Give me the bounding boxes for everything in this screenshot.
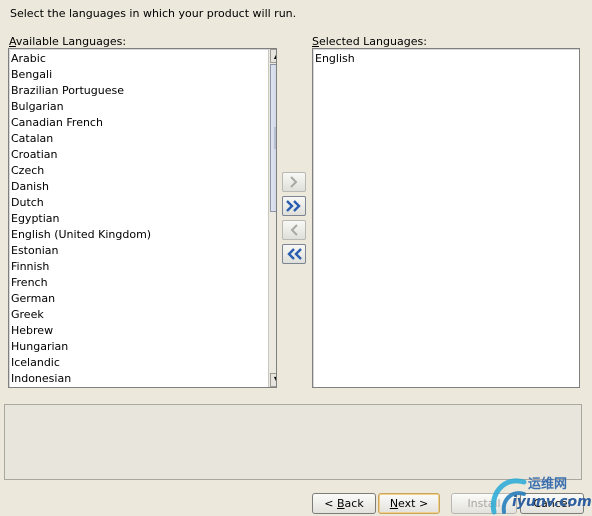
back-prefix: < (324, 497, 337, 510)
available-list-item[interactable]: Estonian (11, 243, 276, 259)
remove-button[interactable] (282, 220, 306, 240)
available-list-item[interactable]: English (United Kingdom) (11, 227, 276, 243)
available-list-item[interactable]: Icelandic (11, 355, 276, 371)
next-label-rest: ext > (398, 497, 429, 510)
selected-label-rest: elected Languages: (318, 35, 427, 48)
available-list-item[interactable]: Finnish (11, 259, 276, 275)
install-button[interactable]: Install (451, 493, 517, 514)
available-list-item[interactable]: Hebrew (11, 323, 276, 339)
available-list-item[interactable]: Danish (11, 179, 276, 195)
available-list-item[interactable]: Bengali (11, 67, 276, 83)
double-chevron-right-icon (286, 200, 301, 212)
available-list-item[interactable]: Indonesian (11, 371, 276, 387)
available-list-item[interactable]: Arabic (11, 51, 276, 67)
available-list-item[interactable]: Dutch (11, 195, 276, 211)
selected-items: English (315, 51, 579, 67)
available-list-item[interactable]: Egyptian (11, 211, 276, 227)
available-list-item[interactable]: Greek (11, 307, 276, 323)
back-label-rest: ack (344, 497, 364, 510)
next-button[interactable]: Next > (378, 493, 440, 514)
scroll-down-arrow-icon[interactable]: ▼ (270, 373, 276, 387)
message-area (4, 404, 582, 480)
available-list-item[interactable]: Bulgarian (11, 99, 276, 115)
available-languages-list[interactable]: Arabic Bengali Brazilian Portuguese Bulgari… (8, 48, 277, 388)
available-label-rest: vailable Languages: (15, 35, 127, 48)
selected-languages-list[interactable]: English (312, 48, 580, 388)
available-languages-label: Available Languages: (9, 35, 126, 48)
double-chevron-left-icon (287, 248, 302, 260)
chevron-right-icon (290, 176, 298, 188)
available-items: Arabic Bengali Brazilian Portuguese Bulgari… (11, 51, 276, 387)
available-list-item[interactable]: Catalan (11, 131, 276, 147)
back-mnemonic: B (337, 497, 345, 510)
chevron-left-icon (290, 224, 298, 236)
available-scrollbar[interactable]: ▲ ▼ (268, 49, 276, 387)
available-list-item[interactable]: Canadian French (11, 115, 276, 131)
back-button[interactable]: < Back (312, 493, 376, 514)
selected-list-item[interactable]: English (315, 51, 579, 67)
add-button[interactable] (282, 172, 306, 192)
cancel-button[interactable]: Cancel (520, 493, 584, 514)
scroll-up-arrow-icon[interactable]: ▲ (270, 49, 276, 63)
scroll-thumb[interactable] (270, 64, 276, 212)
available-list-item[interactable]: Brazilian Portuguese (11, 83, 276, 99)
selected-languages-label: Selected Languages: (312, 35, 427, 48)
available-label-mnemonic: A (9, 35, 16, 48)
selected-label-mnemonic: S (312, 35, 319, 48)
available-list-item[interactable]: German (11, 291, 276, 307)
available-list-item[interactable]: Czech (11, 163, 276, 179)
available-list-item[interactable]: French (11, 275, 276, 291)
available-list-item[interactable]: Croatian (11, 147, 276, 163)
available-list-item[interactable]: Hungarian (11, 339, 276, 355)
add-all-button[interactable] (282, 196, 306, 216)
grip-icon (274, 127, 276, 149)
remove-all-button[interactable] (282, 244, 306, 264)
instruction-text: Select the languages in which your produ… (10, 7, 297, 20)
next-mnemonic: N (389, 497, 399, 510)
